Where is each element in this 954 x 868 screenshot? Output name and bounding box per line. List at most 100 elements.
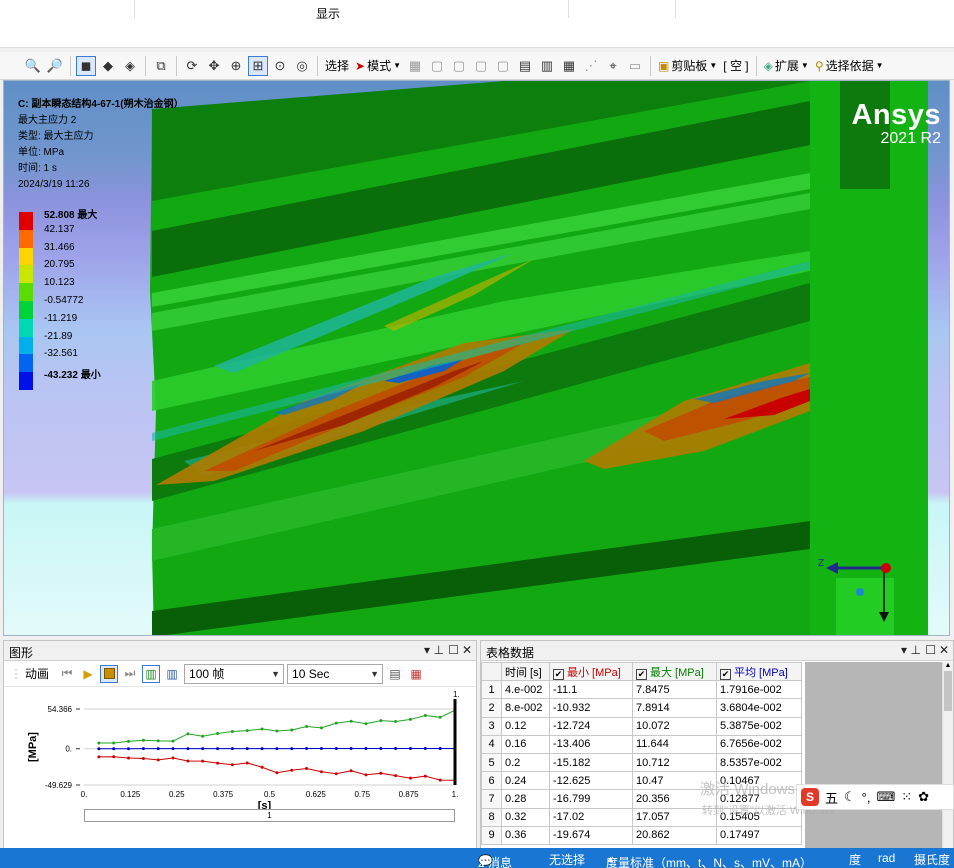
punctuation-icon[interactable]: °, [862,790,871,805]
animation-progress-bar[interactable]: 1 [84,809,455,822]
keyboard-icon[interactable]: ⌨ [876,789,895,805]
mesh-select-icon[interactable]: ▥ [537,56,557,76]
column-header-min[interactable]: ✔ 最小 [MPa] [549,662,633,682]
clipboard-state: [ 空 ] [723,59,749,73]
table-row[interactable]: 2 8.e-002 -10.932 7.8914 3.6804e-002 [481,698,802,718]
box-zoom-icon[interactable]: ⊞ [248,55,268,76]
checkbox-checked-icon[interactable]: ✔ [553,668,564,680]
table-scrollbar[interactable]: ▲ [942,662,953,850]
column-header-time[interactable]: 时间 [s] [501,662,550,682]
graph-panel-title: 图形 [9,646,34,660]
table-cell: 11.644 [632,734,717,754]
table-row[interactable]: 7 0.28 -16.799 20.356 0.12877 [481,789,802,809]
checkbox-checked-icon[interactable]: ✔ [720,668,731,680]
previous-frame-icon[interactable]: ⏮ [58,665,76,683]
zoom-extents-icon[interactable]: ◎ [292,56,312,76]
table-row[interactable]: 8 0.32 -17.02 17.057 0.15405 [481,807,802,827]
table-cell: 0.28 [501,789,550,809]
wireframe-icon[interactable]: ◈ [120,56,140,76]
table-cell: 5.3875e-002 [716,716,802,736]
pin-icon[interactable]: ⊥ [911,643,921,657]
moon-icon[interactable]: ☾ [844,789,856,805]
element-face-icon[interactable]: ▦ [559,56,579,76]
ime-logo-icon[interactable]: S [801,788,819,806]
pan-icon[interactable]: ✥ [204,56,224,76]
cube-view-icon[interactable]: ◼ [76,55,96,76]
table-row[interactable]: 3 0.12 -12.724 10.072 5.3875e-002 [481,716,802,736]
stop-button[interactable] [100,664,119,683]
table-row[interactable]: 1 4.e-002 -11.1 7.8475 1.7916e-002 [481,680,802,700]
element-select-icon[interactable]: ▢ [493,56,513,76]
scroll-up-icon[interactable]: ▲ [943,662,953,669]
legend-label: -43.232 最小 [44,370,101,382]
series-point [408,747,412,751]
series-point [245,747,249,751]
coordinate-triad[interactable]: Z [816,556,926,636]
table-row[interactable]: 6 0.24 -12.625 10.47 0.10467 [481,771,802,791]
temperature-unit[interactable]: 摄氏度 [914,851,950,868]
series-point [112,755,116,759]
status-bar: 💬 2 消息 无选择 ▲ 度量标准（mm、t、N、s、mV、mA） 度 rad … [0,848,954,868]
zoom-icon[interactable]: ⊕ [226,56,246,76]
series-point [408,776,412,780]
vertex-select-icon[interactable]: ▦ [405,56,425,76]
legend-swatch [19,265,33,284]
play-icon[interactable]: ▶ [79,665,97,683]
frames-select[interactable]: 100 帧 ▼ [184,663,285,684]
select-by-button[interactable]: ⚲ 选择依据 ▼ [815,57,884,74]
next-frame-icon[interactable]: ⏭ [121,665,139,683]
clipboard-button[interactable]: ▣ 剪贴板 ▼ [658,57,717,74]
ribbon-group [569,0,676,18]
chevron-down-icon: ▼ [393,61,402,70]
dropdown-icon[interactable]: ▾ [901,643,907,657]
table-row[interactable]: 9 0.36 -19.674 20.862 0.17497 [481,825,802,845]
edge-select-icon[interactable]: ▢ [427,56,447,76]
chart-settings-icon[interactable]: ▦ [407,665,425,683]
zoom-in-icon[interactable]: 🔍 [23,56,43,76]
scroll-thumb[interactable] [944,671,952,711]
zoom-out-icon[interactable]: 🔎 [45,56,65,76]
close-icon[interactable]: ✕ [462,643,472,657]
pin-icon[interactable]: ⊥ [434,643,444,657]
time-cursor-label: 1. [453,690,460,699]
legend-swatch [19,354,33,373]
zoom-fit-icon[interactable]: ⊙ [270,56,290,76]
table-row[interactable]: 4 0.16 -13.406 11.644 6.7656e-002 [481,734,802,754]
extend-button[interactable]: ◈ 扩展 ▼ [764,57,809,74]
close-icon[interactable]: ✕ [939,643,949,657]
settings-icon[interactable]: ✿ [918,789,929,805]
maximize-icon[interactable]: ☐ [925,643,936,657]
extend-select-icon[interactable]: ⋰ [581,56,601,76]
table-cell: 3.6804e-002 [716,698,802,718]
window-icon[interactable]: ⧉ [151,56,171,76]
column-header-max[interactable]: ✔ 最大 [MPa] [632,662,717,682]
distributed-icon[interactable]: ▥ [142,664,161,683]
export-video-icon[interactable]: ▤ [386,665,404,683]
series-point [216,761,220,765]
body-select-icon[interactable]: ▢ [471,56,491,76]
node-select-icon[interactable]: ▤ [515,56,535,76]
rotate-icon[interactable]: ⟳ [182,56,202,76]
table-row[interactable]: 5 0.2 -15.182 10.712 8.5357e-002 [481,752,802,773]
checkbox-checked-icon[interactable]: ✔ [636,668,647,680]
solid-view-icon[interactable]: ◆ [98,56,118,76]
coordinate-icon[interactable]: ⌖ [603,56,623,76]
graph-chart[interactable]: 54.366 0. -49.629 0. 0.125 0.25 0.375 0.5 0.625 0… [4,687,476,847]
rad-unit[interactable]: rad [878,851,895,865]
angle-unit[interactable]: 度 [849,851,861,868]
dropdown-icon[interactable]: ▾ [424,643,430,657]
duration-select[interactable]: 10 Sec ▼ [287,663,384,684]
table-cell: 2 [481,698,502,718]
grid-icon[interactable]: ⁙ [901,789,912,805]
result-sets-icon[interactable]: ▥ [163,665,181,683]
legend-label: -32.561 [44,348,78,360]
graphics-viewport[interactable]: C: 副本瞬态结构4-67-1(朔木治金钢） 最大主应力 2 类型: 最大主应力… [3,80,950,636]
face-select-icon[interactable]: ▢ [449,56,469,76]
column-header-avg[interactable]: ✔ 平均 [MPa] [716,662,802,682]
mode-button[interactable]: ➤ 模式 ▼ [355,57,401,74]
maximize-icon[interactable]: ☐ [448,643,459,657]
clipboard-icon: ▣ [658,58,670,73]
history-icon[interactable]: ▭ [625,56,645,76]
select-button[interactable]: 选择 [325,57,349,74]
ime-mode[interactable]: 五 [825,788,838,807]
